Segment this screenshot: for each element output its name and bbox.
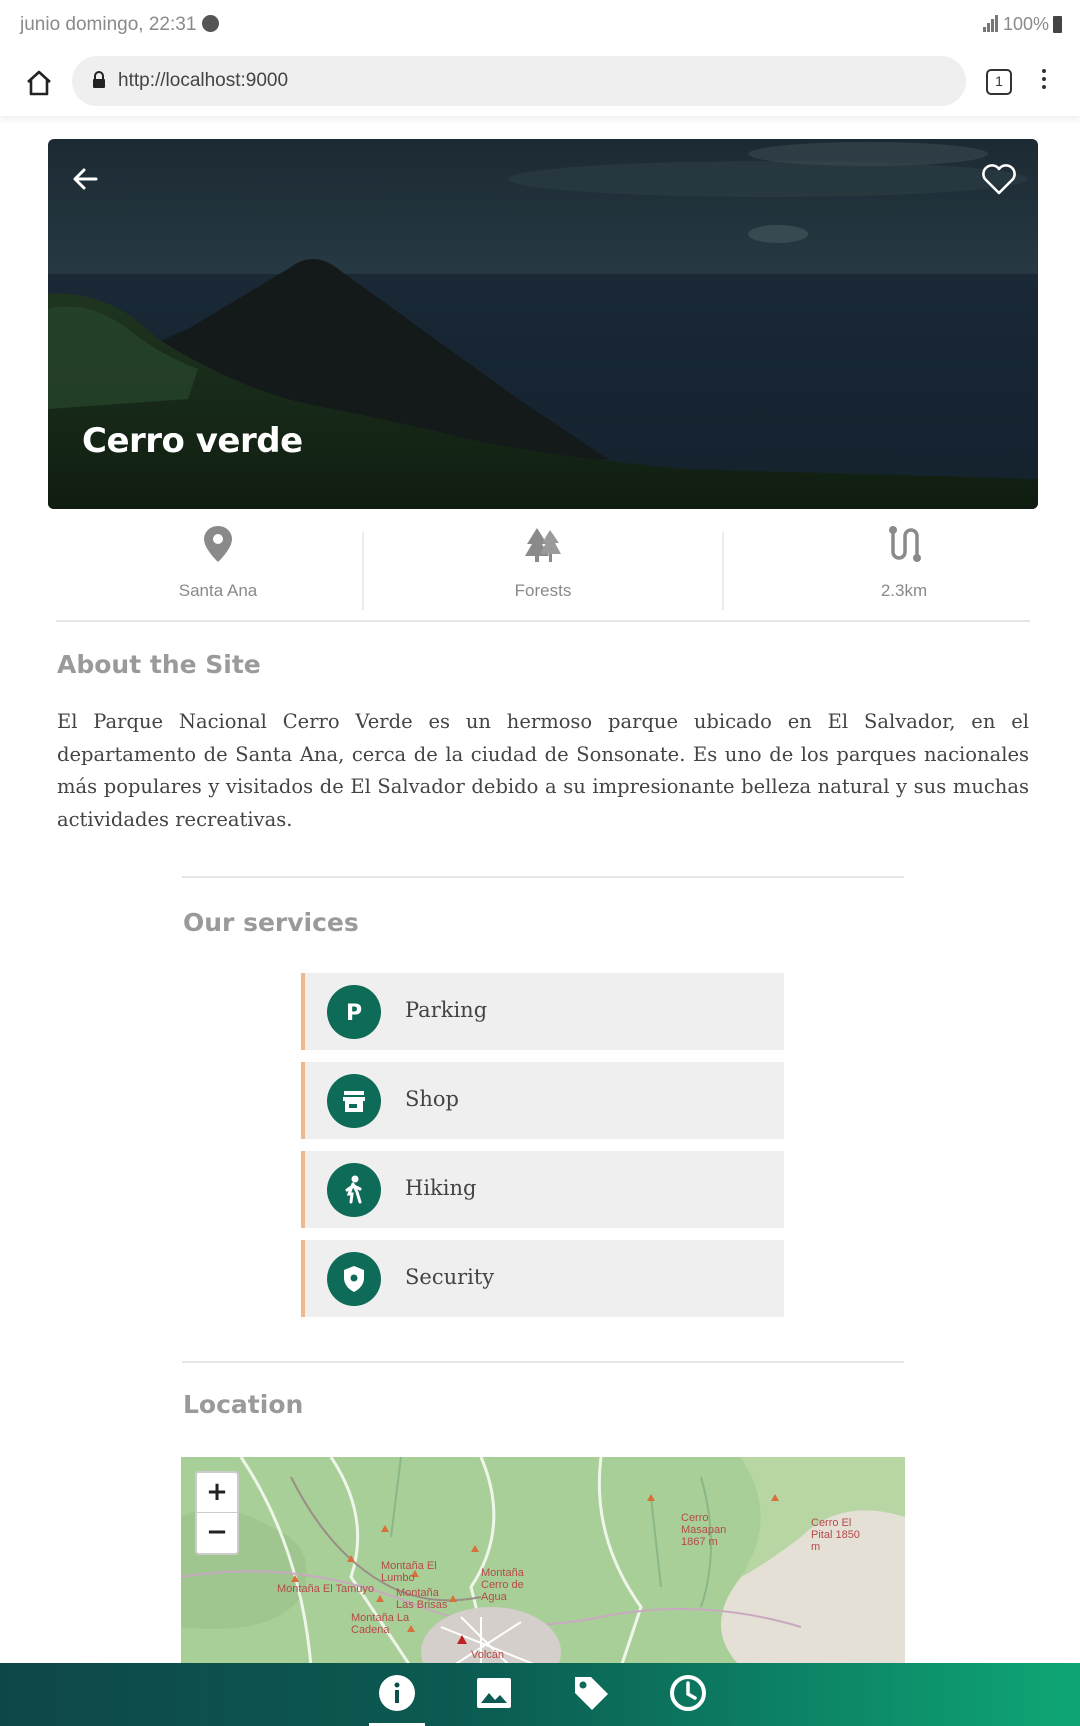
history-clock-icon[interactable] <box>666 1671 710 1715</box>
status-time-text: junio domingo, 22:31 <box>20 14 197 35</box>
service-item-shop[interactable]: Shop <box>301 1062 784 1139</box>
info-type: Forests <box>381 520 705 620</box>
map-label: Montaña Cerro de Agua <box>481 1567 524 1603</box>
address-bar[interactable]: http://localhost:9000 <box>72 56 966 106</box>
status-right: 100% <box>982 14 1062 37</box>
hero-banner: Cerro verde <box>48 139 1038 509</box>
battery-text: 100% <box>1002 14 1049 34</box>
parking-icon: P <box>327 985 381 1039</box>
site-info-row: Santa Ana Forests 2.3km <box>56 520 1030 622</box>
info-distance: 2.3km <box>742 520 1066 620</box>
favorite-heart-icon[interactable] <box>980 161 1018 197</box>
site-title: Cerro verde <box>82 421 303 461</box>
service-item-parking[interactable]: P Parking <box>301 973 784 1050</box>
service-item-hiking[interactable]: Hiking <box>301 1151 784 1228</box>
info-divider <box>722 532 724 610</box>
map-label: Cerro Masapan 1867 m <box>681 1512 727 1548</box>
map-label: Montaña La Cadena <box>351 1612 410 1636</box>
shop-icon <box>327 1074 381 1128</box>
tab-switcher-icon[interactable]: 1 <box>986 69 1012 95</box>
gallery-image-icon[interactable] <box>472 1671 516 1715</box>
svg-text:P: P <box>346 1001 362 1026</box>
info-distance-label: 2.3km <box>880 581 928 600</box>
service-label: Shop <box>405 1087 459 1111</box>
lock-icon <box>93 71 105 88</box>
battery-icon <box>1053 16 1062 33</box>
service-label: Security <box>405 1265 495 1289</box>
service-label: Hiking <box>405 1176 477 1200</box>
info-divider <box>362 532 364 610</box>
bottom-navigation <box>0 1663 1080 1726</box>
status-time: junio domingo, 22:31 <box>20 14 220 36</box>
about-heading: About the Site <box>57 650 261 679</box>
status-bar: junio domingo, 22:31 100% <box>0 0 1080 52</box>
vpn-icon <box>202 15 220 32</box>
home-icon[interactable] <box>24 68 54 98</box>
signal-icon <box>982 15 999 37</box>
url-text[interactable]: http://localhost:9000 <box>118 70 288 92</box>
map-label: Cerro El Pital 1850 m <box>811 1517 860 1553</box>
hiking-icon <box>327 1163 381 1217</box>
security-shield-icon <box>327 1252 381 1306</box>
route-icon <box>889 526 921 562</box>
zoom-in-button[interactable]: + <box>197 1473 237 1513</box>
browser-toolbar: http://localhost:9000 1 <box>0 52 1080 116</box>
tag-icon[interactable] <box>569 1671 613 1715</box>
map-label: Volcán <box>471 1649 505 1661</box>
service-label: Parking <box>405 998 488 1022</box>
location-heading: Location <box>183 1390 304 1419</box>
location-map[interactable]: Montaña El Tamuyo Cerro Masapan 1867 m C… <box>181 1457 905 1667</box>
map-label: Montaña Las Brisas <box>396 1587 448 1611</box>
info-location-label: Santa Ana <box>178 581 258 600</box>
map-pin-icon <box>204 526 232 562</box>
about-text: El Parque Nacional Cerro Verde es un her… <box>57 710 1029 831</box>
section-divider <box>182 1361 904 1363</box>
more-menu-icon[interactable] <box>1040 66 1048 96</box>
info-location: Santa Ana <box>56 520 380 620</box>
map-label: Montaña El Tamuyo <box>277 1583 375 1595</box>
services-heading: Our services <box>183 908 359 937</box>
service-item-security[interactable]: Security <box>301 1240 784 1317</box>
info-icon[interactable] <box>375 1671 419 1715</box>
forest-trees-icon <box>525 528 561 562</box>
info-type-label: Forests <box>514 581 572 600</box>
map-zoom-control: + − <box>195 1471 239 1555</box>
back-arrow-icon[interactable] <box>68 161 104 197</box>
map-label: Montaña El Lumbo <box>381 1560 437 1584</box>
section-divider <box>182 876 904 878</box>
map-tiles <box>181 1457 905 1667</box>
zoom-out-button[interactable]: − <box>197 1513 237 1552</box>
